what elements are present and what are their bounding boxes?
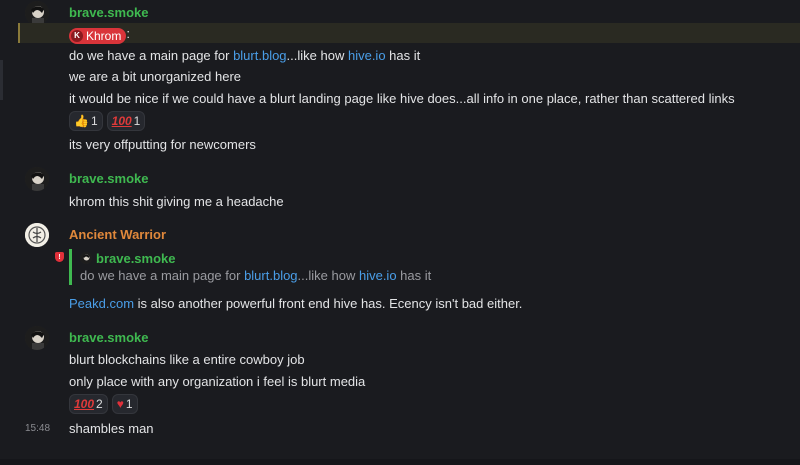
message-text: do we have a main page for blurt.blog...… <box>69 48 421 63</box>
avatar-image <box>25 167 49 191</box>
avatar[interactable] <box>25 1 49 25</box>
message-text: khrom this shit giving me a headache <box>69 194 284 209</box>
chat-pane: brave.smoke K Khrom : do we have a main … <box>0 0 800 465</box>
quote-author-row: brave.smoke <box>80 249 669 267</box>
link-peakd[interactable]: Peakd.com <box>69 296 134 311</box>
avatar-image <box>25 223 49 247</box>
reaction-hundred[interactable]: 100 2 <box>69 394 108 414</box>
message-timestamp: 15:48 <box>25 423 51 434</box>
message-text: its very offputting for newcomers <box>69 137 256 152</box>
reaction-hundred[interactable]: 100 1 <box>106 111 146 131</box>
message-author[interactable]: brave.smoke <box>69 5 149 20</box>
quote-avatar <box>80 252 92 264</box>
avatar-image <box>80 252 92 264</box>
message-text: only place with any organization i feel … <box>69 374 366 389</box>
composer-edge <box>0 459 800 465</box>
avatar[interactable] <box>25 326 49 350</box>
quote-text: do we have a main page for blurt.blog...… <box>80 268 432 283</box>
heart-icon: ♥ <box>116 397 124 411</box>
avatar-image <box>25 1 49 25</box>
link-hive-io[interactable]: hive.io <box>359 268 397 283</box>
thumbs-up-icon: 👍 <box>74 114 89 128</box>
message-text: blurt blockchains like a entire cowboy j… <box>69 352 305 367</box>
user-mention[interactable]: K Khrom <box>69 27 127 44</box>
avatar[interactable] <box>25 223 49 247</box>
shield-alert-icon: ! <box>55 252 64 262</box>
avatar-image <box>25 326 49 350</box>
hundred-points-icon: 100 <box>74 397 95 411</box>
mention-highlight <box>18 23 800 43</box>
message-author[interactable]: brave.smoke <box>69 171 149 186</box>
message-text: K Khrom : <box>69 26 130 44</box>
message-text: shambles man <box>69 421 154 436</box>
reply-quote[interactable]: brave.smoke do we have a main page for b… <box>69 249 669 285</box>
link-blurt-blog[interactable]: blurt.blog <box>233 48 286 63</box>
mention-avatar-icon: K <box>71 29 83 42</box>
reaction-thumbs-up[interactable]: 👍 1 <box>69 111 103 131</box>
link-blurt-blog[interactable]: blurt.blog <box>244 268 297 283</box>
quote-author-name: brave.smoke <box>96 250 176 266</box>
scroll-edge <box>0 60 3 100</box>
message-author[interactable]: brave.smoke <box>69 330 149 345</box>
reaction-bar: 👍 1 100 1 <box>69 111 146 131</box>
reaction-bar: 100 2 ♥ 1 <box>69 394 138 414</box>
message-text: it would be nice if we could have a blur… <box>69 91 735 106</box>
message-text: we are a bit unorganized here <box>69 69 242 84</box>
reaction-heart[interactable]: ♥ 1 <box>111 394 138 414</box>
hundred-points-icon: 100 <box>111 114 132 128</box>
link-hive-io[interactable]: hive.io <box>348 48 386 63</box>
avatar[interactable] <box>25 167 49 191</box>
message-author[interactable]: Ancient Warrior <box>69 227 166 242</box>
message-text: Peakd.com is also another powerful front… <box>69 296 523 311</box>
